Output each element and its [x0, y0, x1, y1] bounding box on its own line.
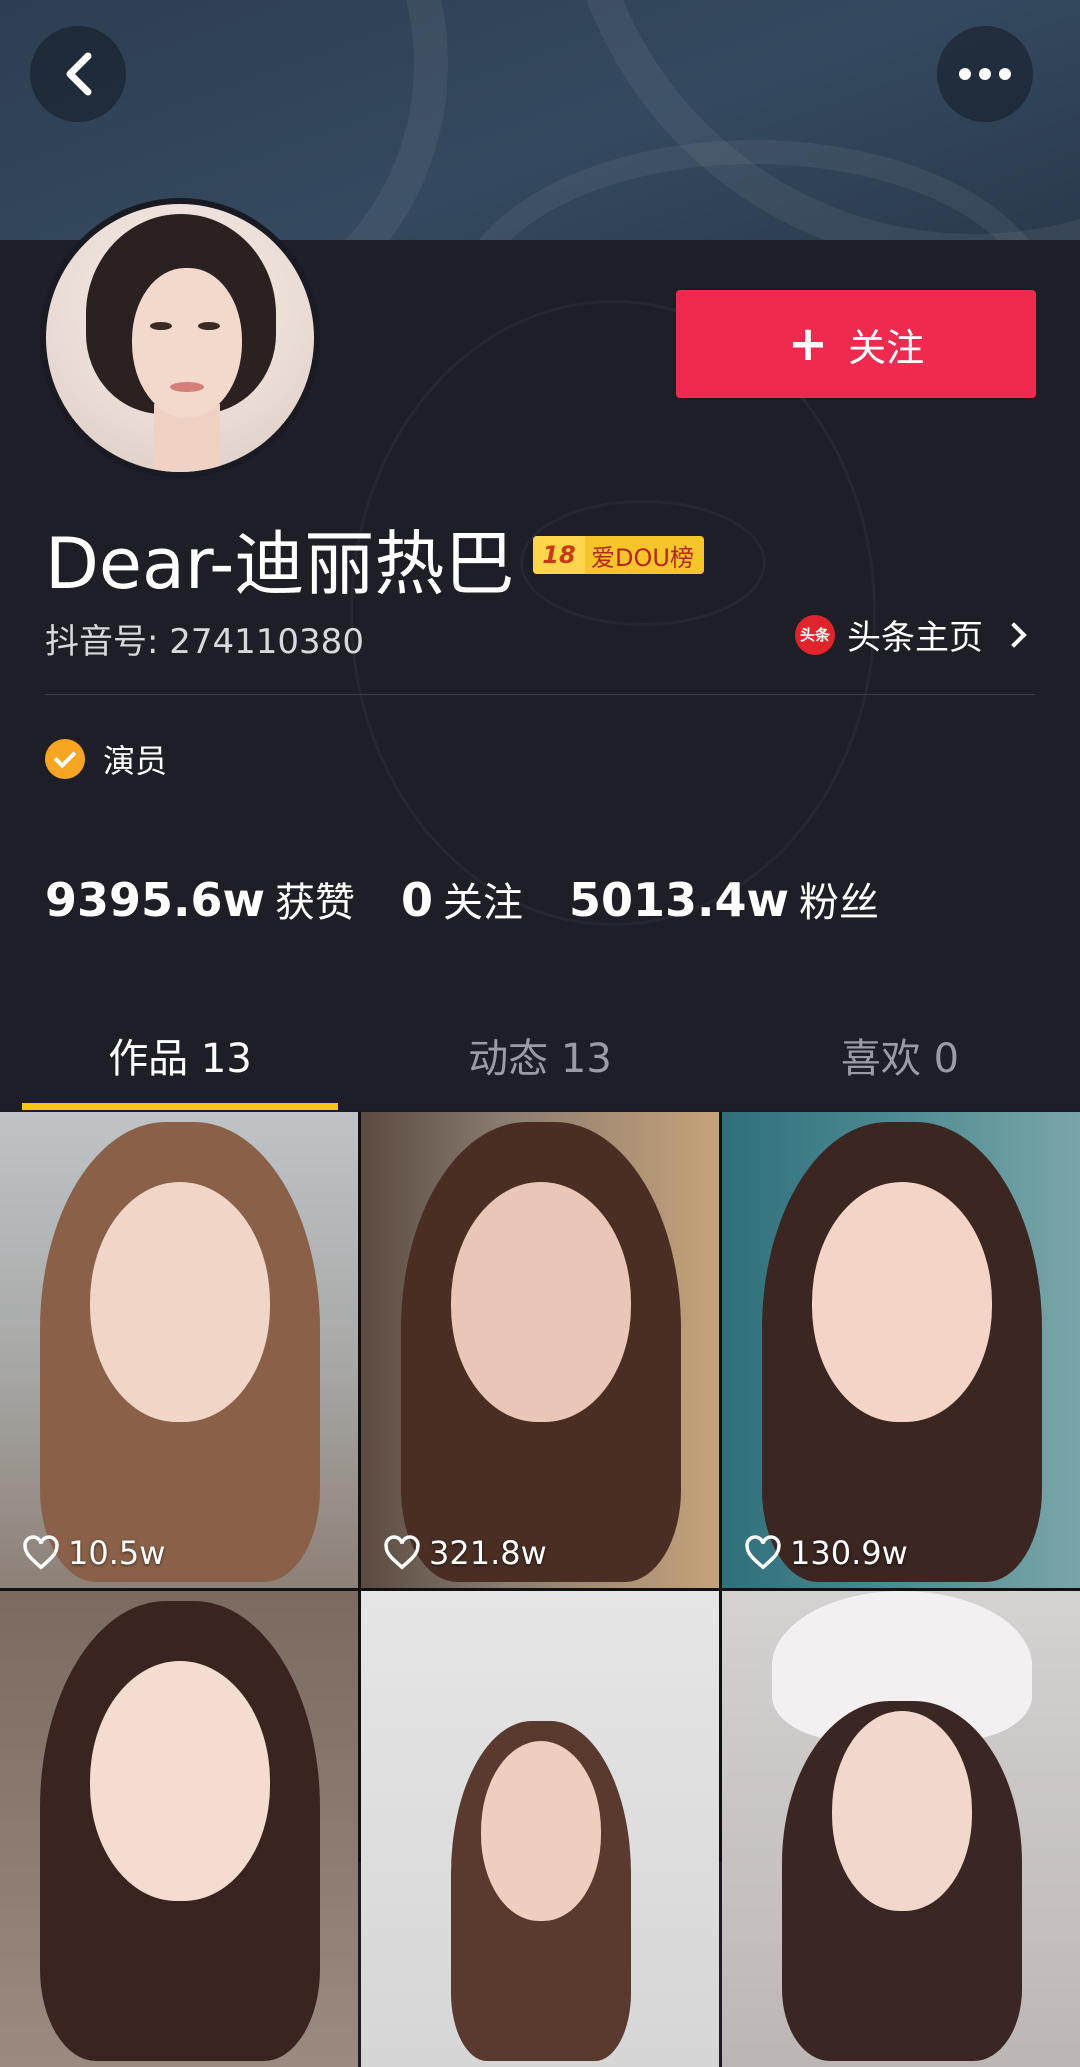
- divider: [45, 694, 1035, 695]
- profile-name: Dear-迪丽热巴: [45, 523, 515, 605]
- verification: 演员: [45, 736, 167, 782]
- plus-icon: +: [787, 316, 829, 372]
- toutiao-logo-icon: 头条: [795, 614, 835, 655]
- video-thumbnail[interactable]: [0, 1591, 358, 2067]
- stat-label: 获赞: [275, 880, 356, 926]
- content-tabs: 作品 13 动态 13 喜欢 0: [0, 1000, 1080, 1110]
- stat-following[interactable]: 0 关注: [401, 870, 523, 928]
- heart-icon: [384, 1535, 420, 1570]
- like-count: 130.9w: [790, 1534, 908, 1572]
- rank-badge[interactable]: 18 爱DOU榜: [533, 536, 704, 574]
- video-thumbnail[interactable]: 130.9w: [722, 1112, 1080, 1588]
- avatar-image: [46, 204, 314, 472]
- stat-label: 粉丝: [799, 880, 880, 926]
- heart-icon: [745, 1535, 781, 1570]
- stat-followers[interactable]: 5013.4w 粉丝: [569, 870, 879, 928]
- like-count: 10.5w: [68, 1534, 166, 1572]
- follow-button[interactable]: + 关注: [676, 290, 1036, 398]
- back-icon: [66, 52, 92, 96]
- video-thumbnail[interactable]: [722, 1591, 1080, 2067]
- toutiao-link[interactable]: 头条 头条主页: [795, 610, 1027, 659]
- chevron-right-icon: [1001, 621, 1027, 648]
- tab-moments[interactable]: 动态 13: [360, 1000, 720, 1110]
- tab-likes[interactable]: 喜欢 0: [720, 1000, 1080, 1110]
- stat-value: 9395.6w: [45, 873, 266, 927]
- douyin-id: 抖音号: 274110380: [45, 622, 364, 662]
- video-grid: 10.5w 321.8w 130.9w: [0, 1112, 1080, 2067]
- stat-likes: 9395.6w 获赞: [45, 870, 355, 928]
- video-thumbnail[interactable]: 321.8w: [361, 1112, 719, 1588]
- video-likes: 130.9w: [744, 1534, 908, 1572]
- heart-icon: [23, 1535, 59, 1570]
- avatar[interactable]: [40, 198, 320, 478]
- back-button[interactable]: [30, 26, 126, 122]
- toutiao-label: 头条主页: [847, 618, 983, 658]
- like-count: 321.8w: [429, 1534, 547, 1572]
- video-thumbnail[interactable]: [361, 1591, 719, 2067]
- tab-works[interactable]: 作品 13: [0, 1000, 360, 1110]
- more-button[interactable]: [937, 26, 1033, 122]
- stats-row: 9395.6w 获赞 0 关注 5013.4w 粉丝: [45, 870, 925, 928]
- stat-value: 5013.4w: [569, 873, 790, 927]
- verified-icon: [45, 739, 85, 779]
- more-icon: [959, 68, 1011, 80]
- badge-level: 18: [533, 536, 585, 574]
- verification-label: 演员: [103, 742, 168, 780]
- tab-label: 作品 13: [108, 1036, 252, 1082]
- video-thumbnail[interactable]: 10.5w: [0, 1112, 358, 1588]
- video-likes: 321.8w: [383, 1534, 547, 1572]
- follow-label: 关注: [848, 325, 925, 370]
- video-likes: 10.5w: [22, 1534, 165, 1572]
- stat-value: 0: [401, 873, 434, 927]
- tab-indicator: [22, 1103, 338, 1110]
- tab-label: 动态 13: [468, 1036, 612, 1082]
- badge-label: 爱DOU榜: [585, 536, 704, 574]
- tab-label: 喜欢 0: [840, 1036, 960, 1082]
- stat-label: 关注: [443, 880, 524, 926]
